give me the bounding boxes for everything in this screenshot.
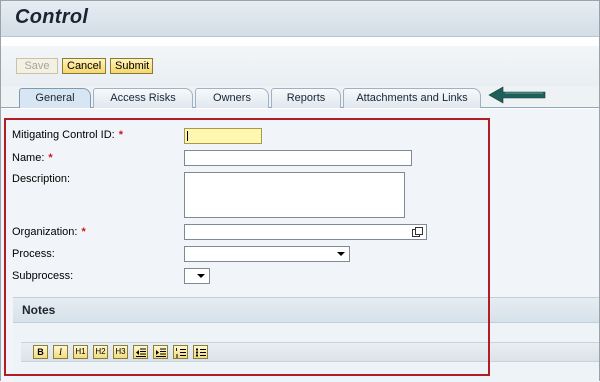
tab-attachments-and-links[interactable]: Attachments and Links: [343, 88, 481, 108]
left-arrow-icon: [488, 86, 546, 104]
action-toolbar: Save Cancel Submit: [1, 46, 599, 86]
page-title: Control: [15, 6, 89, 28]
tab-general[interactable]: General: [19, 88, 91, 108]
tab-access-risks[interactable]: Access Risks: [93, 88, 193, 108]
page-header: Control: [1, 1, 599, 37]
cancel-button[interactable]: Cancel: [62, 58, 106, 74]
save-button[interactable]: Save: [16, 58, 58, 74]
tab-reports[interactable]: Reports: [271, 88, 341, 108]
highlight-box: [4, 118, 490, 376]
submit-button[interactable]: Submit: [110, 58, 153, 74]
tab-owners[interactable]: Owners: [195, 88, 269, 108]
header-gap: [1, 38, 599, 46]
